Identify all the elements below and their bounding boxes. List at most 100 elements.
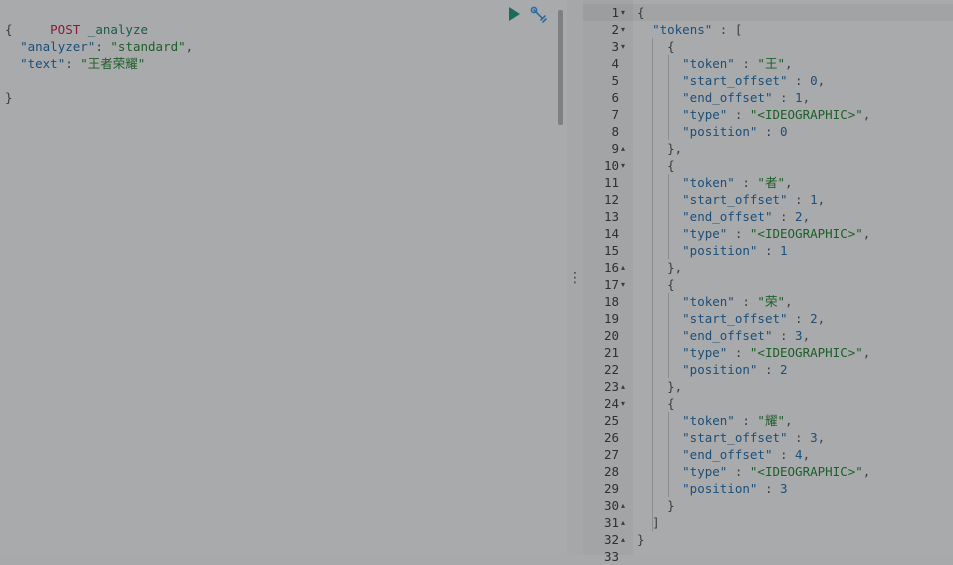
fold-expand-icon[interactable]: ▴ <box>621 531 630 548</box>
code-token: "position" <box>682 362 758 377</box>
line-number: 21 <box>603 345 619 360</box>
response-line[interactable]: } <box>637 531 870 548</box>
line-number: 27 <box>603 447 619 462</box>
line-number: 26 <box>603 430 619 445</box>
response-viewer[interactable]: 1 ▾ 2 ▾ 3 ▾ 4 5 6 7 8 9 ▴ 10 ▾ 11 12 13 14 15 16 ▴ 17 ▾ 18 19 20 21… <box>583 0 953 564</box>
code-token: "type" <box>682 107 728 122</box>
code-token: , <box>784 413 793 428</box>
code-token: "type" <box>682 464 728 479</box>
request-body-line[interactable]: "analyzer": "standard", <box>5 38 193 55</box>
gutter-row: 33 <box>583 548 633 565</box>
response-line[interactable]: "end_offset" : 2, <box>637 208 870 225</box>
line-number: 29 <box>603 481 619 496</box>
code-token: : <box>787 430 811 445</box>
response-line[interactable]: "position" : 3 <box>637 480 870 497</box>
code-token: }, <box>667 141 683 156</box>
line-number: 30 <box>603 498 619 513</box>
code-token: "type" <box>682 226 728 241</box>
response-line[interactable]: "token" : "耀", <box>637 412 870 429</box>
response-line[interactable]: "type" : "<IDEOGRAPHIC>", <box>637 225 870 242</box>
request-body-line[interactable]: "text": "王者荣耀" <box>5 55 193 72</box>
response-line[interactable]: "start_offset" : 0, <box>637 72 870 89</box>
response-line[interactable]: } <box>637 497 870 514</box>
line-number: 10 <box>603 158 619 173</box>
code-token: "王" <box>757 56 785 71</box>
code-token: "position" <box>682 124 758 139</box>
response-line[interactable]: "position" : 1 <box>637 242 870 259</box>
fold-collapse-icon[interactable]: ▾ <box>621 4 630 21</box>
code-token: : <box>772 328 796 343</box>
gutter-row: 13 <box>583 208 633 225</box>
code-token: "analyzer" <box>20 39 96 54</box>
code-token: "end_offset" <box>682 209 773 224</box>
fold-collapse-icon[interactable]: ▾ <box>621 157 630 174</box>
fold-expand-icon[interactable]: ▴ <box>621 514 630 531</box>
code-token: } <box>667 498 675 513</box>
response-line[interactable]: "type" : "<IDEOGRAPHIC>", <box>637 106 870 123</box>
gutter-row: 6 <box>583 89 633 106</box>
response-line[interactable]: "end_offset" : 1, <box>637 89 870 106</box>
fold-expand-icon[interactable]: ▴ <box>621 140 630 157</box>
response-line[interactable]: }, <box>637 259 870 276</box>
code-token: }, <box>667 260 683 275</box>
code-token: 2 <box>795 209 803 224</box>
response-line[interactable]: { <box>637 38 870 55</box>
gutter-row: 17 ▾ <box>583 276 633 293</box>
response-line[interactable]: "end_offset" : 4, <box>637 446 870 463</box>
response-line[interactable]: "end_offset" : 3, <box>637 327 870 344</box>
response-line[interactable]: "tokens" : [ <box>637 21 870 38</box>
line-number: 6 <box>611 90 619 105</box>
response-line[interactable]: "type" : "<IDEOGRAPHIC>", <box>637 463 870 480</box>
response-line[interactable]: "token" : "者", <box>637 174 870 191</box>
response-line[interactable]: { <box>637 395 870 412</box>
response-line[interactable]: "type" : "<IDEOGRAPHIC>", <box>637 344 870 361</box>
fold-expand-icon[interactable]: ▴ <box>621 497 630 514</box>
response-line[interactable]: "position" : 0 <box>637 123 870 140</box>
line-number: 25 <box>603 413 619 428</box>
fold-collapse-icon[interactable]: ▾ <box>621 276 630 293</box>
response-line[interactable]: { <box>637 4 870 21</box>
code-token: "end_offset" <box>682 328 773 343</box>
code-token: { <box>667 39 675 54</box>
code-token: : <box>727 345 750 360</box>
request-body-line[interactable] <box>5 72 193 89</box>
response-line[interactable]: "token" : "王", <box>637 55 870 72</box>
code-token: "token" <box>682 413 735 428</box>
request-line[interactable]: POST _analyze <box>5 4 193 37</box>
code-token: "<IDEOGRAPHIC>" <box>749 464 863 479</box>
response-line[interactable]: "start_offset" : 2, <box>637 310 870 327</box>
fold-collapse-icon[interactable]: ▾ <box>621 38 630 55</box>
response-line[interactable]: { <box>637 276 870 293</box>
response-line[interactable]: "start_offset" : 3, <box>637 429 870 446</box>
response-line[interactable]: }, <box>637 378 870 395</box>
code-token: 2 <box>810 311 818 326</box>
line-number: 1 <box>611 5 619 20</box>
fold-expand-icon[interactable]: ▴ <box>621 378 630 395</box>
fold-collapse-icon[interactable]: ▾ <box>621 395 630 412</box>
wrench-icon[interactable] <box>530 6 548 24</box>
play-icon[interactable] <box>506 6 522 22</box>
response-line[interactable]: "token" : "荣", <box>637 293 870 310</box>
response-line[interactable]: ] <box>637 514 870 531</box>
code-token: , <box>817 430 826 445</box>
fold-collapse-icon[interactable]: ▾ <box>621 21 630 38</box>
gutter-row: 22 <box>583 361 633 378</box>
code-token: : <box>65 56 81 71</box>
code-token: "<IDEOGRAPHIC>" <box>749 226 863 241</box>
response-line[interactable]: { <box>637 157 870 174</box>
line-number: 16 <box>603 260 619 275</box>
request-editor[interactable]: POST _analyze { "analyzer": "standard", … <box>0 0 567 555</box>
drag-handle-icon[interactable]: ⋮ <box>568 271 582 285</box>
response-line[interactable]: }, <box>637 140 870 157</box>
pane-resize-handle[interactable]: ⋮ <box>567 0 583 555</box>
code-token: : <box>727 226 750 241</box>
response-line[interactable]: "position" : 2 <box>637 361 870 378</box>
code-token: "end_offset" <box>682 447 773 462</box>
code-token: , <box>802 447 811 462</box>
fold-expand-icon[interactable]: ▴ <box>621 259 630 276</box>
request-scrollbar[interactable] <box>558 10 563 125</box>
response-line[interactable]: "start_offset" : 1, <box>637 191 870 208</box>
response-line[interactable] <box>637 548 870 565</box>
line-number: 12 <box>603 192 619 207</box>
request-body-line[interactable]: } <box>5 89 193 106</box>
